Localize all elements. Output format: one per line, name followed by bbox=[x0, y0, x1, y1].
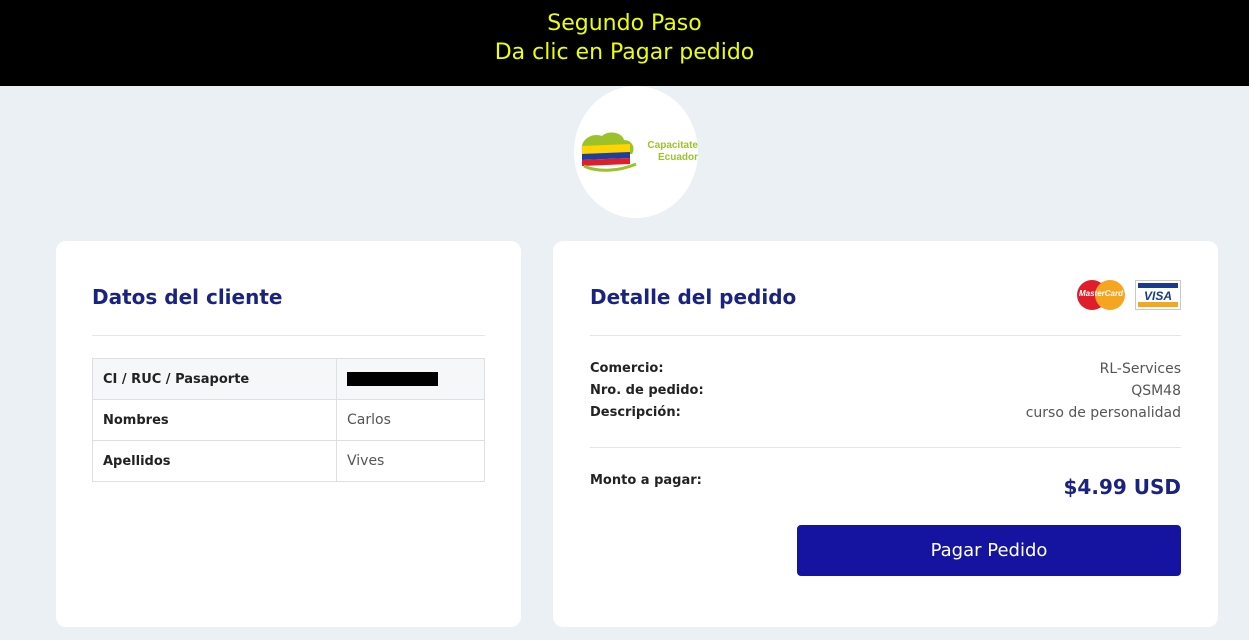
comercio-label: Comercio: bbox=[590, 361, 664, 376]
id-label: CI / RUC / Pasaporte bbox=[92, 358, 337, 400]
client-data-card: Datos del cliente CI / RUC / Pasaporte N… bbox=[56, 241, 521, 627]
amount-value: $4.99 USD bbox=[1063, 475, 1181, 499]
visa-icon: VISA bbox=[1135, 280, 1181, 310]
divider bbox=[590, 447, 1181, 448]
banner-instruction: Da clic en Pagar pedido bbox=[494, 40, 755, 65]
apellidos-label: Apellidos bbox=[92, 440, 337, 482]
redacted-value bbox=[347, 372, 438, 386]
ecuador-flag-cloud-icon bbox=[581, 132, 637, 172]
payment-methods: MasterCard VISA bbox=[1077, 280, 1181, 310]
nombres-label: Nombres bbox=[92, 399, 337, 441]
order-detail-title: Detalle del pedido bbox=[590, 285, 797, 309]
order-detail-card: Detalle del pedido MasterCard VISA Comer… bbox=[553, 241, 1218, 627]
banner-step-title: Segundo Paso bbox=[547, 11, 702, 36]
divider bbox=[92, 335, 485, 336]
amount-label: Monto a pagar: bbox=[590, 473, 702, 488]
visa-label: VISA bbox=[1143, 289, 1172, 303]
client-data-table: CI / RUC / Pasaporte Nombres Carlos Apel… bbox=[92, 358, 485, 482]
id-value bbox=[336, 358, 485, 400]
divider bbox=[590, 335, 1181, 336]
table-row: Apellidos Vives bbox=[92, 440, 485, 482]
brand-name-line1: Capacitate bbox=[647, 140, 698, 151]
detail-row-comercio: Comercio: RL-Services bbox=[590, 361, 1181, 381]
pedido-value: QSM48 bbox=[1131, 383, 1181, 399]
comercio-value: RL-Services bbox=[1099, 361, 1181, 377]
brand-logo: Capacitate Ecuador bbox=[574, 86, 698, 218]
descripcion-value: curso de personalidad bbox=[1025, 405, 1181, 421]
descripcion-label: Descripción: bbox=[590, 405, 681, 420]
table-row: CI / RUC / Pasaporte bbox=[92, 358, 485, 400]
instruction-banner: Segundo Paso Da clic en Pagar pedido bbox=[0, 0, 1249, 86]
pedido-label: Nro. de pedido: bbox=[590, 383, 704, 398]
detail-row-pedido: Nro. de pedido: QSM48 bbox=[590, 383, 1181, 403]
brand-name-line2: Ecuador bbox=[657, 152, 698, 163]
pay-order-button[interactable]: Pagar Pedido bbox=[797, 525, 1181, 576]
table-row: Nombres Carlos bbox=[92, 399, 485, 441]
brand-name: Capacitate Ecuador bbox=[636, 140, 698, 164]
mastercard-label: MasterCard bbox=[1078, 289, 1123, 298]
nombres-value: Carlos bbox=[336, 399, 485, 441]
detail-row-descripcion: Descripción: curso de personalidad bbox=[590, 405, 1181, 425]
mastercard-icon: MasterCard bbox=[1077, 280, 1125, 310]
apellidos-value: Vives bbox=[336, 440, 485, 482]
client-data-title: Datos del cliente bbox=[92, 285, 283, 309]
